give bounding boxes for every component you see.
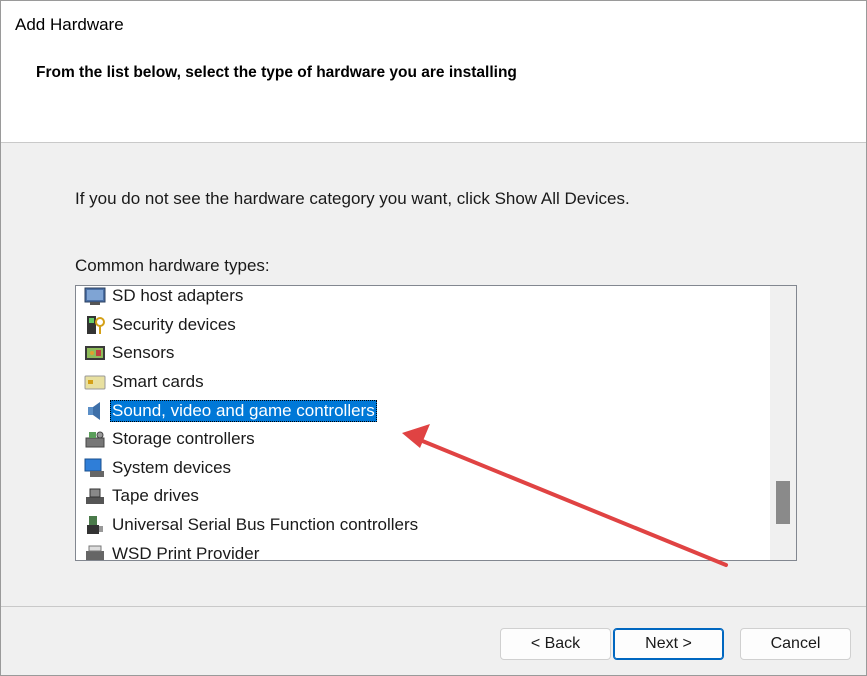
system-device-icon bbox=[84, 457, 106, 479]
list-item-sd-host-adapters[interactable]: SD host adapters bbox=[76, 286, 770, 311]
list-item-label: Sound, video and game controllers bbox=[110, 399, 377, 422]
scrollbar-thumb[interactable] bbox=[776, 481, 790, 524]
add-hardware-window: Add Hardware From the list below, select… bbox=[0, 0, 867, 676]
list-item-label: Sensors bbox=[112, 343, 175, 363]
sd-adapter-icon bbox=[84, 286, 106, 307]
list-item-label: Smart cards bbox=[112, 372, 204, 392]
usb-icon bbox=[84, 514, 106, 536]
printer-icon bbox=[84, 543, 106, 560]
smart-card-icon bbox=[84, 371, 106, 393]
hardware-list-label: Common hardware types: bbox=[75, 256, 270, 275]
security-device-icon bbox=[84, 314, 106, 336]
list-item-label: Universal Serial Bus Function controller… bbox=[112, 515, 419, 535]
list-item-system-devices[interactable]: System devices bbox=[76, 454, 770, 483]
list-item-label: WSD Print Provider bbox=[112, 543, 260, 561]
hardware-type-list[interactable]: SD host adapters Security devices Sensor… bbox=[75, 285, 797, 561]
next-button[interactable]: Next > bbox=[613, 628, 724, 660]
window-title: Add Hardware bbox=[15, 15, 124, 34]
list-item-label: SD host adapters bbox=[112, 286, 244, 306]
instruction-text: If you do not see the hardware category … bbox=[75, 189, 630, 208]
list-item-storage-controllers[interactable]: Storage controllers bbox=[76, 425, 770, 454]
tape-drive-icon bbox=[84, 485, 106, 507]
cancel-button[interactable]: Cancel bbox=[740, 628, 851, 660]
wizard-header: Add Hardware From the list below, select… bbox=[1, 1, 866, 143]
speaker-icon bbox=[84, 400, 106, 422]
list-item-sound-video-game[interactable]: Sound, video and game controllers bbox=[76, 396, 770, 425]
list-scrollbar[interactable] bbox=[770, 286, 796, 560]
back-button[interactable]: < Back bbox=[500, 628, 611, 660]
storage-controller-icon bbox=[84, 428, 106, 450]
sensor-icon bbox=[84, 342, 106, 364]
list-item-label: Storage controllers bbox=[112, 429, 255, 449]
list-item-smart-cards[interactable]: Smart cards bbox=[76, 368, 770, 397]
footer-divider bbox=[1, 606, 866, 607]
list-item-sensors[interactable]: Sensors bbox=[76, 339, 770, 368]
list-item-tape-drives[interactable]: Tape drives bbox=[76, 482, 770, 511]
wizard-subtitle: From the list below, select the type of … bbox=[36, 64, 517, 81]
list-item-label: System devices bbox=[112, 457, 232, 477]
list-item-label: Tape drives bbox=[112, 486, 199, 506]
list-item-security-devices[interactable]: Security devices bbox=[76, 311, 770, 340]
list-item-wsd-print-provider[interactable]: WSD Print Provider bbox=[76, 539, 770, 561]
list-item-label: Security devices bbox=[112, 314, 236, 334]
hardware-list-items: SD host adapters Security devices Sensor… bbox=[76, 286, 770, 561]
list-item-usb-function-controllers[interactable]: Universal Serial Bus Function controller… bbox=[76, 511, 770, 540]
